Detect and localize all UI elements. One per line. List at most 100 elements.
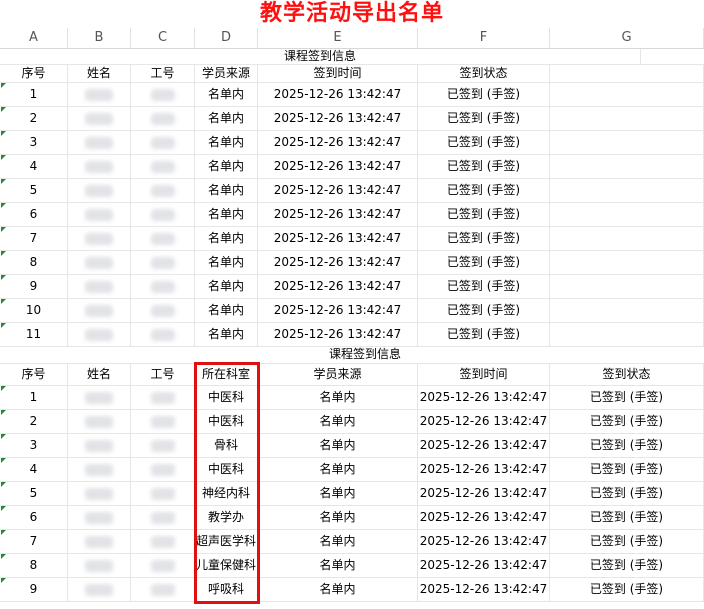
table-cell[interactable] bbox=[131, 457, 195, 481]
table-cell[interactable]: 已签到 (手签) bbox=[550, 409, 704, 433]
table-cell[interactable]: 2025-12-26 13:42:47 bbox=[258, 202, 418, 226]
empty-cell[interactable] bbox=[550, 178, 704, 202]
table-cell[interactable]: 2025-12-26 13:42:47 bbox=[258, 178, 418, 202]
empty-cell[interactable] bbox=[550, 226, 704, 250]
section2-title[interactable]: 课程签到信息 bbox=[0, 345, 704, 363]
table-cell[interactable]: 2025-12-26 13:42:47 bbox=[258, 130, 418, 154]
table-cell[interactable]: 名单内 bbox=[258, 457, 418, 481]
table-cell[interactable] bbox=[68, 505, 131, 529]
table-cell[interactable]: 名单内 bbox=[195, 82, 258, 106]
section2-header[interactable]: 姓名 bbox=[68, 363, 131, 385]
table-cell[interactable]: 8 bbox=[0, 553, 68, 577]
table-cell[interactable] bbox=[131, 433, 195, 457]
table-cell[interactable] bbox=[131, 82, 195, 106]
table-cell[interactable] bbox=[131, 250, 195, 274]
table-cell[interactable] bbox=[68, 226, 131, 250]
table-cell[interactable]: 名单内 bbox=[258, 553, 418, 577]
section1-header[interactable]: 签到时间 bbox=[258, 64, 418, 82]
table-cell[interactable]: 2025-12-26 13:42:47 bbox=[418, 577, 550, 601]
table-cell[interactable]: 已签到 (手签) bbox=[418, 82, 550, 106]
table-cell[interactable]: 已签到 (手签) bbox=[550, 553, 704, 577]
column-header-a[interactable]: A bbox=[0, 28, 68, 48]
table-cell[interactable]: 名单内 bbox=[258, 481, 418, 505]
empty-cell[interactable] bbox=[550, 202, 704, 226]
table-cell[interactable]: 名单内 bbox=[258, 409, 418, 433]
empty-cell[interactable] bbox=[550, 106, 704, 130]
table-cell[interactable]: 名单内 bbox=[195, 250, 258, 274]
section2-header[interactable]: 签到状态 bbox=[550, 363, 704, 385]
table-cell[interactable]: 名单内 bbox=[195, 154, 258, 178]
table-cell[interactable]: 2025-12-26 13:42:47 bbox=[418, 505, 550, 529]
table-cell[interactable] bbox=[131, 322, 195, 346]
table-cell[interactable] bbox=[68, 433, 131, 457]
table-cell[interactable] bbox=[68, 481, 131, 505]
table-cell[interactable]: 名单内 bbox=[195, 298, 258, 322]
table-cell[interactable] bbox=[68, 298, 131, 322]
table-cell[interactable]: 2025-12-26 13:42:47 bbox=[258, 250, 418, 274]
column-header-c[interactable]: C bbox=[131, 28, 195, 48]
table-cell[interactable]: 已签到 (手签) bbox=[550, 385, 704, 409]
table-cell[interactable]: 7 bbox=[0, 226, 68, 250]
empty-cell[interactable] bbox=[550, 322, 704, 346]
table-cell[interactable]: 2025-12-26 13:42:47 bbox=[258, 106, 418, 130]
table-cell[interactable] bbox=[131, 577, 195, 601]
table-cell[interactable]: 已签到 (手签) bbox=[550, 481, 704, 505]
table-cell[interactable] bbox=[68, 529, 131, 553]
section2-header[interactable]: 工号 bbox=[131, 363, 195, 385]
table-cell[interactable]: 已签到 (手签) bbox=[418, 298, 550, 322]
table-cell[interactable]: 名单内 bbox=[195, 202, 258, 226]
table-cell[interactable] bbox=[131, 202, 195, 226]
table-cell[interactable] bbox=[131, 505, 195, 529]
table-cell[interactable]: 5 bbox=[0, 178, 68, 202]
table-cell[interactable]: 2025-12-26 13:42:47 bbox=[418, 457, 550, 481]
table-cell[interactable] bbox=[131, 385, 195, 409]
table-cell[interactable]: 2025-12-26 13:42:47 bbox=[258, 226, 418, 250]
table-cell[interactable] bbox=[68, 250, 131, 274]
table-cell[interactable]: 2025-12-26 13:42:47 bbox=[418, 385, 550, 409]
section1-header[interactable]: 工号 bbox=[131, 64, 195, 82]
table-cell[interactable]: 名单内 bbox=[195, 274, 258, 298]
table-cell[interactable] bbox=[68, 202, 131, 226]
table-cell[interactable]: 2025-12-26 13:42:47 bbox=[418, 553, 550, 577]
table-cell[interactable]: 名单内 bbox=[258, 529, 418, 553]
table-cell[interactable]: 3 bbox=[0, 130, 68, 154]
table-cell[interactable]: 4 bbox=[0, 457, 68, 481]
table-cell[interactable]: 已签到 (手签) bbox=[418, 322, 550, 346]
table-cell[interactable] bbox=[68, 82, 131, 106]
table-cell[interactable]: 10 bbox=[0, 298, 68, 322]
table-cell[interactable] bbox=[68, 130, 131, 154]
table-cell[interactable] bbox=[68, 457, 131, 481]
table-cell[interactable]: 名单内 bbox=[258, 385, 418, 409]
table-cell[interactable]: 2025-12-26 13:42:47 bbox=[418, 409, 550, 433]
empty-cell[interactable] bbox=[550, 82, 704, 106]
table-cell[interactable]: 2025-12-26 13:42:47 bbox=[418, 433, 550, 457]
table-cell[interactable] bbox=[68, 409, 131, 433]
table-cell[interactable] bbox=[68, 178, 131, 202]
table-cell[interactable]: 已签到 (手签) bbox=[418, 106, 550, 130]
table-cell[interactable]: 已签到 (手签) bbox=[550, 433, 704, 457]
table-cell[interactable]: 4 bbox=[0, 154, 68, 178]
table-cell[interactable] bbox=[131, 553, 195, 577]
section1-header[interactable]: 学员来源 bbox=[195, 64, 258, 82]
table-cell[interactable] bbox=[68, 154, 131, 178]
section1-header[interactable]: 序号 bbox=[0, 64, 68, 82]
table-cell[interactable] bbox=[131, 529, 195, 553]
empty-cell[interactable] bbox=[550, 274, 704, 298]
table-cell[interactable]: 2 bbox=[0, 106, 68, 130]
table-cell[interactable]: 已签到 (手签) bbox=[550, 529, 704, 553]
table-cell[interactable] bbox=[131, 154, 195, 178]
column-header-d[interactable]: D bbox=[195, 28, 258, 48]
table-cell[interactable]: 2025-12-26 13:42:47 bbox=[258, 322, 418, 346]
table-cell[interactable]: 1 bbox=[0, 82, 68, 106]
empty-cell[interactable] bbox=[550, 130, 704, 154]
table-cell[interactable]: 1 bbox=[0, 385, 68, 409]
section2-header[interactable]: 签到时间 bbox=[418, 363, 550, 385]
empty-cell[interactable] bbox=[550, 154, 704, 178]
section1-header[interactable]: 签到状态 bbox=[418, 64, 550, 82]
section1-header[interactable]: 姓名 bbox=[68, 64, 131, 82]
table-cell[interactable]: 7 bbox=[0, 529, 68, 553]
table-cell[interactable]: 已签到 (手签) bbox=[550, 505, 704, 529]
table-cell[interactable]: 9 bbox=[0, 577, 68, 601]
table-cell[interactable]: 名单内 bbox=[258, 505, 418, 529]
column-header-e[interactable]: E bbox=[258, 28, 418, 48]
